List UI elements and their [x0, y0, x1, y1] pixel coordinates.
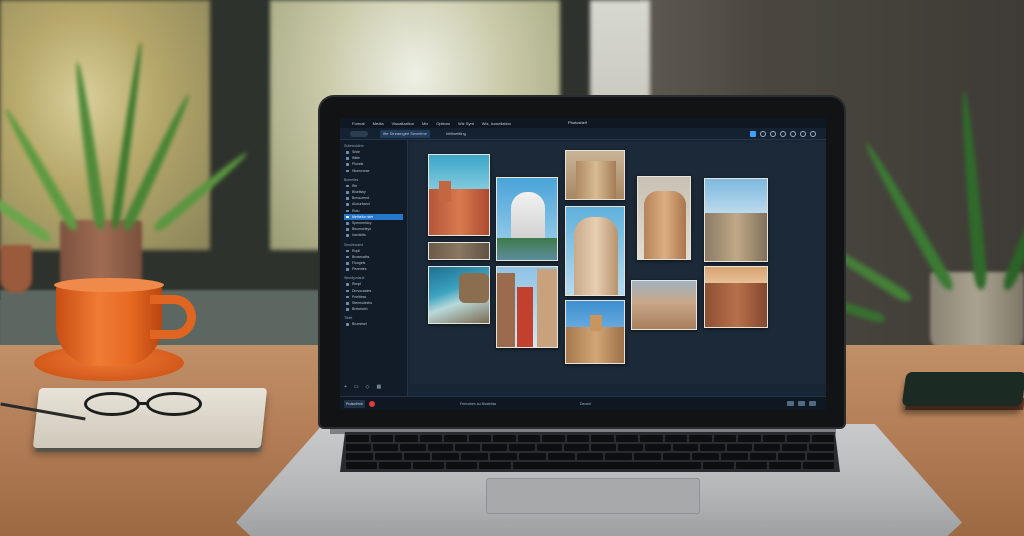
glasses-lens-right [146, 392, 202, 416]
record-icon[interactable] [369, 401, 375, 407]
zoom-icon[interactable] [787, 401, 794, 406]
layout-icon[interactable] [809, 401, 816, 406]
laptop-screen: Format Media Visualization Mix Options W… [340, 118, 826, 410]
photo-grid [410, 142, 826, 384]
sidebar-item[interactable]: Pisrentes [344, 266, 403, 272]
photo-thumbnail[interactable] [428, 242, 490, 260]
photo-thumbnail[interactable] [565, 150, 625, 200]
cup-handle [150, 295, 196, 339]
sidebar-footer: + ▭ ◇ ▦ [344, 384, 381, 390]
grid-icon[interactable]: ▦ [377, 384, 382, 390]
sync-icon[interactable] [770, 131, 776, 137]
user-icon[interactable] [810, 131, 816, 137]
tab-stream[interactable]: Iffe Streamgerl Sevetime [380, 130, 430, 138]
photo-thumbnail[interactable] [428, 154, 490, 236]
status-text: Frirnorkes au Bicstefaa [460, 402, 496, 406]
menu-item[interactable]: Wiz Synt [458, 121, 474, 126]
sidebar-item[interactable]: Brekelcbh [344, 306, 403, 312]
photo-thumbnail[interactable] [704, 178, 768, 262]
share-icon[interactable] [780, 131, 786, 137]
sidebar-item[interactable]: Iosmlolts [344, 232, 403, 238]
circle-icon[interactable] [760, 131, 766, 137]
photo-thumbnail[interactable] [565, 300, 625, 364]
key-row [346, 453, 835, 460]
menu-item[interactable]: Media [373, 121, 384, 126]
photo-thumbnail[interactable] [637, 176, 691, 260]
status-right-text: Deowit [580, 402, 591, 406]
tag-icon[interactable]: ◇ [366, 384, 370, 390]
laptop-keyboard [340, 432, 840, 472]
add-icon[interactable]: + [344, 384, 347, 390]
menu-item[interactable]: Visualization [392, 121, 414, 126]
sidebar-section: Wnedyvdarct Renpl Dmvocastes Pneitiess S… [344, 275, 403, 312]
photo-thumbnail[interactable] [704, 266, 768, 328]
settings-icon[interactable] [800, 131, 806, 137]
menu-item[interactable]: Wiz, Iconellation [482, 121, 511, 126]
glasses-bridge [138, 402, 148, 405]
sidebar: Sidlereddirm Srkie Ifikile Pluxals Hicen… [340, 140, 408, 396]
key-row [346, 435, 834, 442]
photo-thumbnail[interactable] [496, 177, 558, 261]
sidebar-section: Bomelles Rie Bisellsby Breouzend Alcsurb… [344, 177, 403, 239]
key-row [346, 444, 834, 451]
tab-settings[interactable]: Ielitisettling [446, 130, 466, 138]
smartphone [901, 372, 1024, 406]
toolbar-icons [750, 131, 816, 137]
photo-thumbnail[interactable] [428, 266, 490, 324]
photo-thumbnail[interactable] [631, 280, 697, 330]
photo-thumbnail[interactable] [565, 206, 625, 296]
cup-rim [54, 278, 164, 292]
sidebar-section: Smolleculed Ropli Brosecalbs Floogels Pi… [344, 242, 403, 273]
menu-item[interactable]: Options [436, 121, 450, 126]
sidebar-section: Tibiel Brumrisel [344, 315, 403, 327]
grid-view-icon[interactable] [750, 131, 756, 137]
coffee-cup [56, 282, 162, 366]
trackpad [486, 478, 700, 514]
plant-pot-far-left [0, 245, 32, 293]
photo-thumbnail[interactable] [496, 266, 558, 348]
menu-item[interactable]: Format [352, 121, 365, 126]
app-title: Photoshelf [568, 120, 587, 125]
folder-icon[interactable]: ▭ [354, 384, 359, 390]
fit-icon[interactable] [798, 401, 805, 406]
sidebar-item[interactable]: Hicenvorse [344, 168, 403, 174]
status-badge[interactable]: Protunlimb [344, 400, 365, 408]
key-row [346, 462, 834, 469]
toolbar-toggle[interactable] [350, 131, 368, 137]
glasses-lens-left [84, 392, 140, 416]
info-icon[interactable] [790, 131, 796, 137]
menu-item[interactable]: Mix [422, 121, 428, 126]
toolbar: Iffe Streamgerl Sevetime Ielitisettling [340, 128, 826, 140]
sidebar-item[interactable]: Brumrisel [344, 321, 403, 327]
status-bar: Protunlimb Frirnorkes au Bicstefaa Deowi… [340, 396, 826, 410]
sidebar-section: Sidlereddirm Srkie Ifikile Pluxals Hicen… [344, 143, 403, 174]
status-icons [787, 401, 816, 406]
